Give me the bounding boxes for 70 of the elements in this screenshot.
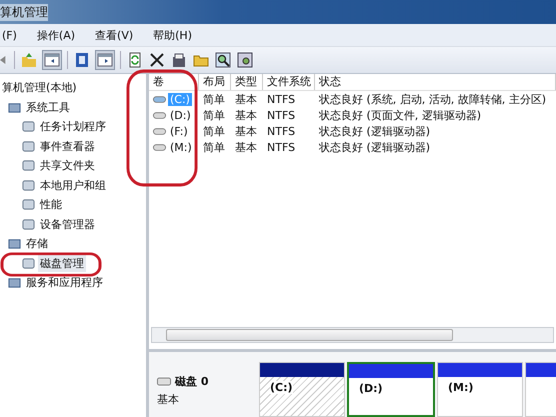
tree-node-icon <box>22 256 35 270</box>
tree-node-icon <box>8 276 21 290</box>
search-icon[interactable] <box>215 52 231 68</box>
tree-node-icon <box>22 159 35 172</box>
tree-node-icon <box>22 178 35 192</box>
partition-block[interactable]: (D:) <box>347 362 435 417</box>
delete-icon[interactable] <box>149 52 165 68</box>
tree-node-icon <box>8 237 21 250</box>
volume-name[interactable]: (M:) <box>168 140 194 154</box>
partition-label: (D:) <box>359 382 383 395</box>
refresh-icon[interactable] <box>127 52 143 68</box>
tree-node-icon <box>22 120 35 134</box>
table-cell-text: NTFS <box>266 140 296 154</box>
disk-drive-icon <box>157 377 171 386</box>
table-cell-text: 简单 <box>202 124 226 138</box>
tree-item[interactable]: 事件查看器 <box>38 138 97 155</box>
menu-item[interactable]: 帮助(H) <box>151 26 194 44</box>
volume-icon <box>153 142 166 152</box>
tree-item[interactable]: 存储 <box>24 235 50 252</box>
column-header[interactable]: 卷 <box>149 74 199 90</box>
disk-type: 基本 <box>157 392 180 407</box>
tree-item[interactable]: 算机管理(本地) <box>0 79 79 96</box>
table-cell-text: 简单 <box>202 92 226 106</box>
column-header[interactable]: 布局 <box>199 74 231 90</box>
folder-up-icon[interactable] <box>21 52 37 68</box>
partition-block[interactable]: (M:) <box>437 362 523 417</box>
tree-node-icon <box>22 140 35 153</box>
tree-item[interactable]: 共享文件夹 <box>38 157 97 174</box>
disk-name: 磁盘 0 <box>175 374 208 389</box>
table-cell-text: NTFS <box>266 124 296 138</box>
table-cell-text: 基本 <box>234 108 258 122</box>
table-cell-text: 简单 <box>202 140 226 154</box>
column-header[interactable]: 类型 <box>231 74 263 90</box>
menu-item[interactable]: 查看(V) <box>93 26 136 44</box>
partition-label: (M:) <box>448 381 474 394</box>
tree-node-icon <box>22 198 35 212</box>
tree-item[interactable]: 任务计划程序 <box>38 118 108 136</box>
menu-item[interactable]: 操作(A) <box>34 26 78 44</box>
action-pane-icon[interactable] <box>96 51 114 69</box>
tree-node-icon <box>8 100 21 114</box>
table-cell-text: NTFS <box>266 108 296 122</box>
column-header[interactable]: 文件系统 <box>263 74 315 90</box>
table-cell-text: 状态良好 (逻辑驱动器) <box>318 124 432 138</box>
table-cell-text: 状态良好 (系统, 启动, 活动, 故障转储, 主分区) <box>318 92 548 106</box>
console-tree-icon[interactable] <box>43 51 61 69</box>
tree-item[interactable]: 设备管理器 <box>38 216 97 233</box>
volume-name[interactable]: (F:) <box>168 124 190 138</box>
table-cell-text: 简单 <box>202 108 226 122</box>
tree-item[interactable]: 服务和应用程序 <box>24 274 105 292</box>
menu-item[interactable]: (F) <box>0 28 19 42</box>
table-cell-text: 基本 <box>234 140 258 154</box>
tree-item[interactable]: 磁盘管理 <box>38 254 86 272</box>
table-cell-text: 状态良好 (逻辑驱动器) <box>318 140 432 154</box>
column-header[interactable]: 状态 <box>315 74 556 90</box>
tree-item[interactable]: 性能 <box>38 196 64 214</box>
volume-icon <box>153 94 166 104</box>
partition-label: (C:) <box>270 381 293 394</box>
table-cell-text: 基本 <box>234 124 258 138</box>
horizontal-scrollbar[interactable] <box>151 327 554 343</box>
table-cell-text: 基本 <box>234 92 258 106</box>
table-cell-text: NTFS <box>266 92 296 106</box>
volume-icon <box>153 110 166 120</box>
window-title: 算机管理 <box>0 4 48 20</box>
tree-item[interactable]: 本地用户和组 <box>38 176 108 194</box>
partition-block[interactable]: (C:) <box>259 362 345 417</box>
table-cell-text: 状态良好 (页面文件, 逻辑驱动器) <box>318 108 482 122</box>
volume-name[interactable]: (D:) <box>168 108 193 122</box>
volume-icon <box>153 126 166 136</box>
tree-item[interactable]: 系统工具 <box>24 98 72 116</box>
tree-node-icon <box>22 218 35 231</box>
